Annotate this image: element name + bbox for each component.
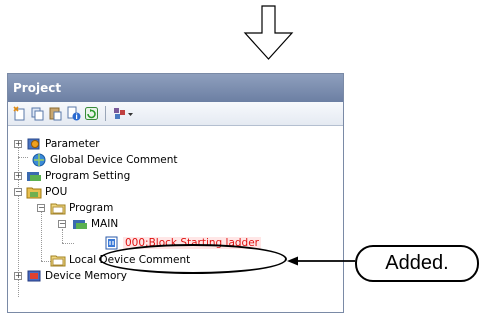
expand-toggle[interactable]: + xyxy=(14,140,22,148)
project-toolbar xyxy=(8,102,343,126)
refresh-icon[interactable] xyxy=(84,106,99,121)
parameter-icon xyxy=(26,136,42,152)
tree-label: Program Setting xyxy=(45,170,131,182)
tree-item-global-device-comment[interactable]: Global Device Comment xyxy=(31,152,178,168)
collapse-toggle[interactable]: − xyxy=(37,204,45,212)
folder-icon xyxy=(50,252,66,268)
device-memory-icon xyxy=(26,268,42,284)
tree-connector xyxy=(62,243,74,244)
ladder-block-icon xyxy=(104,235,120,251)
down-arrow-icon xyxy=(243,5,294,60)
pointer-arrow-icon xyxy=(287,256,355,266)
expand-toggle[interactable]: + xyxy=(14,172,22,180)
tree-label: Global Device Comment xyxy=(50,154,178,166)
tree-item-device-memory[interactable]: Device Memory xyxy=(26,268,127,284)
global-comment-icon xyxy=(31,152,47,168)
panel-title: Project xyxy=(8,74,343,102)
project-panel: Project + Parameter Global Device Commen… xyxy=(7,73,344,313)
collapse-toggle[interactable]: − xyxy=(14,188,22,196)
tree-item-pou[interactable]: POU xyxy=(26,184,67,200)
sort-dropdown-icon[interactable] xyxy=(112,106,134,121)
tree-label: POU xyxy=(45,186,68,198)
tree-connector xyxy=(41,209,42,261)
new-data-icon[interactable] xyxy=(12,106,27,121)
pou-icon xyxy=(26,184,42,200)
project-tree: + Parameter Global Device Comment + Prog… xyxy=(8,132,343,312)
expand-toggle[interactable]: + xyxy=(14,272,22,280)
tree-label: Program xyxy=(69,202,114,214)
tree-connector xyxy=(18,157,28,158)
tree-item-main[interactable]: MAIN xyxy=(72,216,118,232)
collapse-toggle[interactable]: − xyxy=(58,220,66,228)
toolbar-separator xyxy=(105,106,106,121)
added-callout: Added. xyxy=(355,245,479,282)
tree-label: Parameter xyxy=(45,138,100,150)
tree-label: Device Memory xyxy=(45,270,127,282)
tree-item-program-setting[interactable]: Program Setting xyxy=(26,168,130,184)
paste-icon[interactable] xyxy=(48,106,63,121)
highlight-ellipse xyxy=(99,244,287,274)
tree-item-parameter[interactable]: Parameter xyxy=(26,136,100,152)
tree-connector xyxy=(62,229,63,243)
program-file-icon xyxy=(72,216,88,232)
copy-icon[interactable] xyxy=(30,106,45,121)
folder-icon xyxy=(50,200,66,216)
tree-label: MAIN xyxy=(91,218,119,230)
program-setting-icon xyxy=(26,168,42,184)
properties-icon[interactable] xyxy=(66,106,81,121)
tree-item-program[interactable]: Program xyxy=(50,200,113,216)
